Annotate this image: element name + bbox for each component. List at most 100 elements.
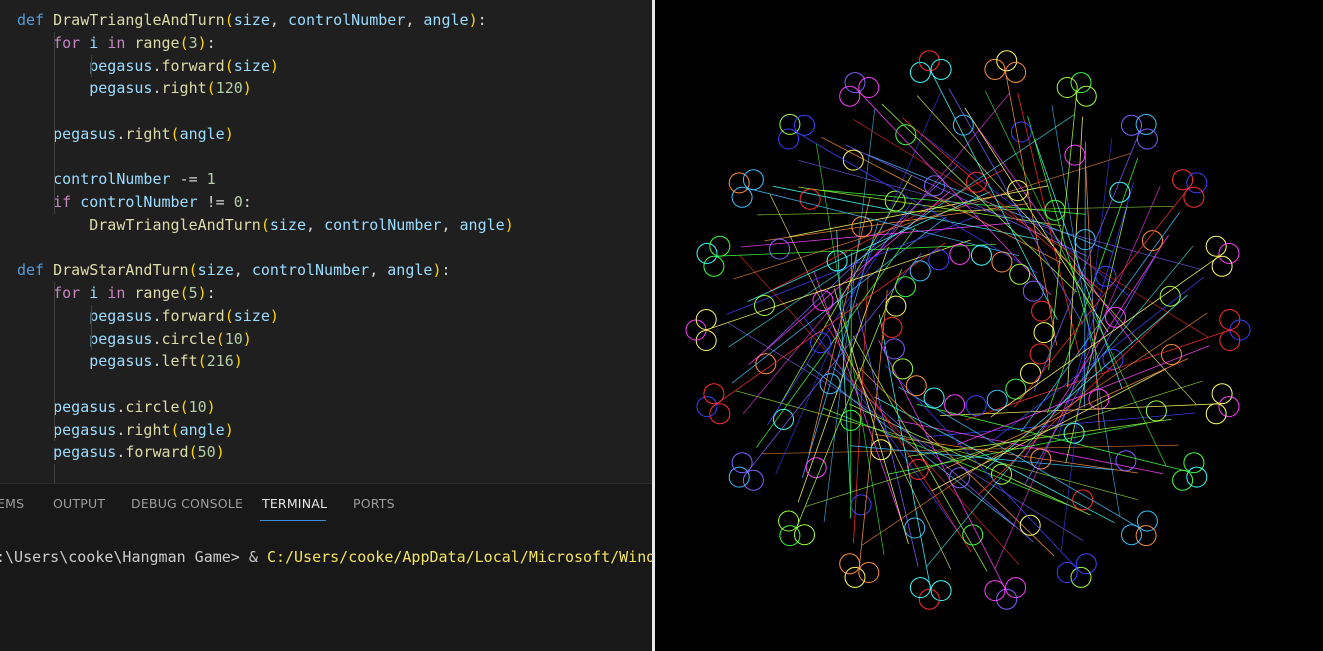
- tab-output[interactable]: OUTPUT: [53, 496, 105, 511]
- turtle-stroke: [907, 419, 1172, 457]
- turtle-circle: [696, 242, 718, 264]
- code-token: !=: [206, 193, 234, 211]
- code-token: size: [269, 215, 306, 234]
- turtle-circle: [1219, 330, 1241, 351]
- tab-debug-console[interactable]: DEBUG CONSOLE: [131, 496, 243, 511]
- code-token: circle: [125, 397, 180, 416]
- code-token: (: [197, 352, 207, 371]
- turtle-circle: [905, 375, 927, 397]
- turtle-stroke: [821, 136, 1062, 264]
- code-token: (: [170, 124, 180, 143]
- code-line: if controlNumber != 0:: [17, 191, 252, 213]
- turtle-circle: [1022, 280, 1044, 302]
- editor-pane: def DrawTriangleAndTurn(size, controlNum…: [0, 0, 652, 651]
- code-token: .: [152, 329, 162, 348]
- code-token: right: [161, 79, 207, 98]
- code-token: controlNumber: [251, 261, 370, 280]
- turtle-stroke: [845, 144, 1088, 257]
- code-token: ): [197, 33, 207, 52]
- code-line: pegasus.right(angle): [17, 419, 234, 441]
- code-token: ): [233, 352, 243, 371]
- code-token: size: [233, 306, 270, 325]
- code-token: ): [269, 56, 279, 75]
- turtle-circle: [1145, 400, 1167, 422]
- code-token: pegasus: [53, 443, 117, 462]
- turtle-stroke: [748, 190, 951, 366]
- terminal-output[interactable]: :\Users\cooke\Hangman Game> & C:/Users/c…: [0, 548, 652, 566]
- turtle-circle: [1029, 343, 1051, 365]
- turtle-stroke: [874, 396, 1115, 524]
- turtle-circle: [952, 114, 974, 136]
- code-token: DrawTriangleAndTurn: [53, 11, 225, 29]
- turtle-circle: [1219, 309, 1241, 330]
- turtle-circle: [1218, 242, 1240, 264]
- turtle-circle: [1020, 362, 1041, 384]
- turtle-circle: [839, 553, 861, 575]
- code-token: .: [152, 56, 162, 75]
- code-token: (: [179, 397, 189, 416]
- code-token: def: [17, 11, 54, 29]
- code-token: size: [233, 56, 270, 75]
- code-line: for i in range(5):: [17, 282, 216, 304]
- tab-ports[interactable]: PORTS: [353, 496, 395, 511]
- code-token: 216: [206, 352, 234, 371]
- code-token: for: [53, 33, 90, 52]
- turtle-circle: [1211, 383, 1233, 405]
- code-token: circle: [161, 329, 216, 348]
- turtle-stroke: [823, 108, 876, 523]
- turtle-circle: [1136, 510, 1158, 532]
- turtle-stroke: [805, 380, 1203, 507]
- code-token: DrawStarAndTurn: [53, 261, 189, 280]
- turtle-stroke: [764, 203, 1029, 241]
- turtle-circle: [685, 319, 707, 341]
- turtle-stroke: [850, 252, 852, 519]
- turtle-circle: [799, 188, 821, 210]
- code-token: controlNumber: [80, 193, 207, 211]
- turtle-stroke: [762, 444, 1179, 455]
- code-token: i: [89, 33, 108, 52]
- turtle-circle: [769, 238, 791, 260]
- code-token: ,: [441, 215, 460, 234]
- code-token: .: [152, 306, 162, 325]
- turtle-circle: [1109, 181, 1131, 203]
- turtle-circle: [1186, 172, 1208, 194]
- code-token: range: [134, 284, 180, 302]
- tab-problems[interactable]: EMS: [0, 496, 24, 511]
- code-token: (: [260, 215, 270, 234]
- turtle-circle: [844, 566, 866, 588]
- code-line: pegasus.left(216): [17, 350, 243, 372]
- terminal-command-path: C:/Users/cooke/AppData/Local/Microsoft/W…: [266, 548, 652, 566]
- code-token: (: [179, 33, 189, 52]
- code-line: pegasus.right(120): [17, 77, 252, 99]
- code-line: pegasus.forward(size): [17, 55, 279, 77]
- tab-terminal[interactable]: TERMINAL: [262, 496, 327, 511]
- code-line: def DrawTriangleAndTurn(size, controlNum…: [17, 9, 487, 31]
- turtle-circle: [965, 395, 987, 417]
- turtle-circle: [909, 260, 931, 282]
- turtle-stroke: [1033, 131, 1140, 392]
- turtle-circle: [962, 524, 984, 546]
- code-token: :: [477, 11, 487, 29]
- code-editor[interactable]: def DrawTriangleAndTurn(size, controlNum…: [0, 0, 652, 483]
- code-token: forward: [125, 443, 189, 462]
- turtle-stroke: [775, 91, 942, 474]
- indent-guide: [54, 31, 55, 214]
- turtle-circle: [1205, 403, 1227, 425]
- turtle-stroke: [902, 117, 1104, 293]
- turtle-circle: [742, 169, 764, 191]
- code-line: pegasus.forward(size): [17, 305, 279, 327]
- code-token: :: [242, 193, 252, 211]
- indent-guide: [54, 282, 55, 442]
- code-token: ): [206, 397, 216, 416]
- code-token: angle: [423, 11, 469, 29]
- code-token: (: [188, 261, 198, 280]
- code-token: forward: [161, 56, 225, 75]
- code-line: pegasus.circle(10): [17, 328, 252, 350]
- turtle-circle: [991, 251, 1013, 273]
- turtle-stroke: [985, 294, 1188, 470]
- code-token: ): [504, 215, 514, 234]
- code-token: pegasus: [89, 329, 153, 348]
- turtle-circle: [1135, 113, 1157, 135]
- turtle-circle: [949, 243, 971, 265]
